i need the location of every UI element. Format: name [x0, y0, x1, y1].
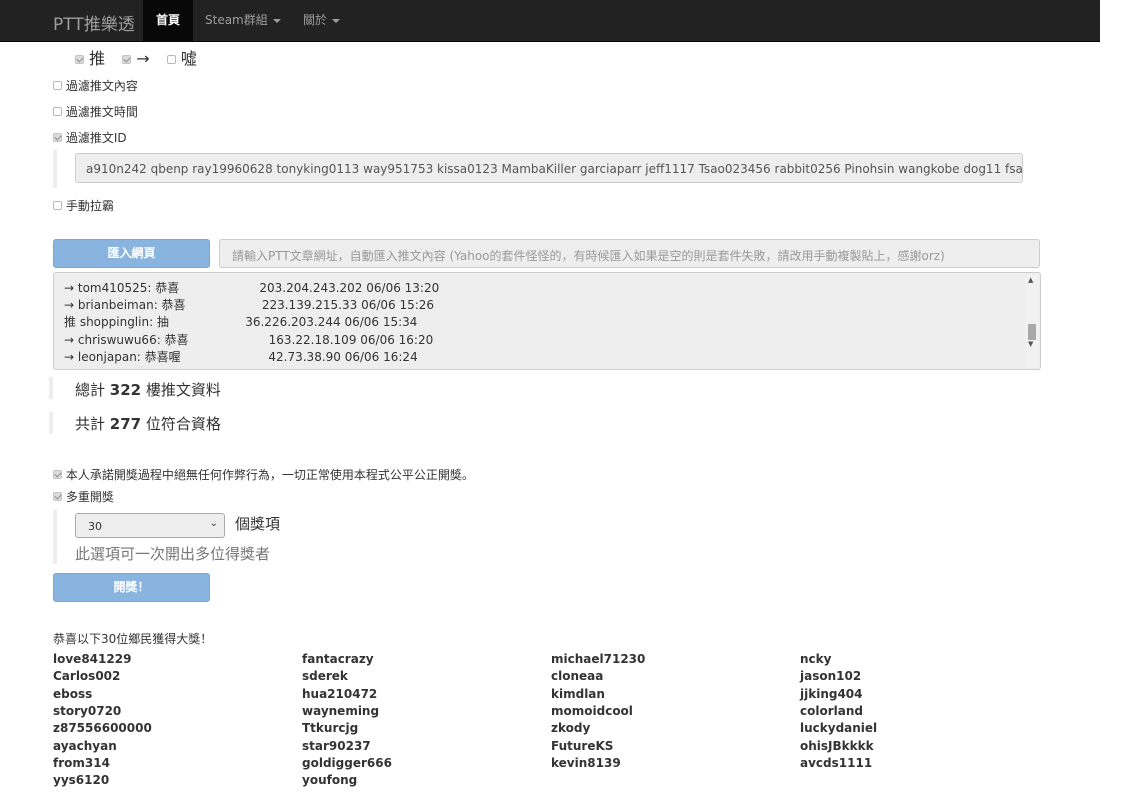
nav-about[interactable]: 關於 [303, 0, 341, 41]
filter-time-checkbox[interactable] [53, 107, 62, 116]
log-scrollbar[interactable]: ▲ ▼ [1025, 274, 1039, 368]
winner-name: star90237 [302, 738, 371, 753]
nav-steam-group-label: Steam群組 [205, 13, 268, 27]
winner-name: kimdlan [551, 686, 605, 701]
multi-indent-bar [53, 510, 57, 564]
scroll-down-icon[interactable]: ▼ [1028, 340, 1033, 348]
winner-name: goldigger666 [302, 755, 392, 770]
nav-home[interactable]: 首頁 [143, 0, 194, 41]
winner-name: sderek [302, 669, 348, 684]
pledge-checkbox[interactable] [53, 470, 62, 479]
nav-steam-group[interactable]: Steam群組 [205, 0, 281, 41]
filter-content-checkbox[interactable] [53, 81, 62, 90]
prize-unit-label: 個獎項 [235, 515, 281, 533]
import-button[interactable]: 匯入網頁 [53, 239, 210, 268]
prize-count-select[interactable]: 30 ⌄ [75, 513, 225, 538]
total-suffix: 樓推文資料 [145, 381, 221, 399]
push-type-row: 推 → 噓 [75, 45, 197, 69]
winner-name: kevin8139 [551, 755, 621, 770]
chevron-down-icon [332, 18, 341, 23]
winner-name: cloneaa [551, 669, 604, 684]
scroll-thumb[interactable] [1028, 324, 1036, 340]
filter-id-indent-bar [53, 150, 57, 188]
filter-content-row: 過濾推文內容 [53, 77, 138, 94]
article-url-input[interactable]: 請輸入PTT文章網址，自動匯入推文內容 (Yahoo的套件怪怪的，有時候匯入如果… [219, 239, 1040, 268]
multi-draw-label: 多重開獎 [65, 490, 114, 504]
log-line: 推 shoppinglin: 抽 36.226.203.244 06/06 15… [64, 315, 418, 329]
boo-checkbox[interactable] [166, 55, 176, 64]
chevron-down-icon [272, 18, 281, 23]
nav-about-label: 關於 [303, 13, 328, 27]
top-navbar: PTT推樂透 首頁 Steam群組 關於 [0, 0, 1100, 42]
multi-draw-row: 多重開獎 [53, 488, 114, 505]
winner-name: story0720 [53, 703, 122, 718]
winner-name: michael71230 [551, 652, 646, 666]
brand-title[interactable]: PTT推樂透 [53, 10, 135, 35]
chevron-down-icon: ⌄ [209, 518, 218, 529]
total-prefix: 總計 [75, 381, 106, 399]
winner-name: yys6120 [53, 773, 110, 788]
arrow-label: → [136, 49, 150, 68]
winner-name: Carlos002 [53, 669, 121, 684]
winner-name: avcds1111 [800, 755, 873, 770]
filter-id-input[interactable]: a910n242 qbenp ray19960628 tonyking0113 … [75, 153, 1023, 183]
winner-name: ayachyan [53, 738, 117, 753]
total-bar [49, 377, 53, 399]
push-checkbox[interactable] [75, 55, 84, 64]
filter-content-label: 過濾推文內容 [65, 79, 138, 93]
pledge-row: 本人承諾開獎過程中絕無任何作弊行為，一切正常使用本程式公平公正開獎。 [53, 466, 474, 483]
manual-checkbox[interactable] [53, 201, 62, 210]
manual-row: 手動拉霸 [53, 197, 114, 214]
winner-name: fantacrazy [302, 652, 374, 666]
winner-name: wayneming [302, 703, 380, 718]
push-label: 推 [89, 49, 106, 68]
winner-name: colorland [800, 703, 863, 718]
scroll-up-icon[interactable]: ▲ [1028, 276, 1033, 284]
filter-id-checkbox[interactable] [53, 133, 62, 142]
log-line: → leonjapan: 恭喜喔 42.73.38.90 06/06 16:24 [64, 350, 418, 364]
winner-name: hua210472 [302, 686, 378, 701]
qualified-bar [49, 412, 53, 434]
prize-count-value: 30 [88, 520, 102, 533]
qualified-count: 277 [109, 415, 142, 433]
push-log-textarea[interactable]: → tom410525: 恭喜 203.204.243.202 06/06 13… [53, 272, 1041, 370]
winner-name: momoidcool [551, 703, 633, 718]
multi-draw-checkbox[interactable] [53, 492, 62, 501]
boo-label: 噓 [180, 49, 197, 68]
qualified-suffix: 位符合資格 [145, 415, 221, 433]
filter-id-row: 過濾推文ID [53, 129, 127, 146]
winner-name: jason102 [800, 669, 862, 684]
winner-name: from314 [53, 755, 110, 770]
manual-label: 手動拉霸 [65, 199, 114, 213]
total-count: 322 [109, 381, 142, 399]
multi-draw-help: 此選項可一次開出多位得獎者 [75, 545, 271, 563]
winner-name: z87556600000 [53, 721, 152, 736]
qualified-prefix: 共計 [75, 415, 106, 433]
log-line: → tom410525: 恭喜 203.204.243.202 06/06 13… [64, 281, 440, 295]
filter-time-label: 過濾推文時間 [65, 105, 138, 119]
winner-name: love841229 [53, 652, 132, 666]
filter-id-label: 過濾推文ID [65, 131, 127, 145]
arrow-checkbox[interactable] [122, 55, 132, 64]
qualified-count-text: 共計 277 位符合資格 [75, 413, 221, 434]
winners-title: 恭喜以下30位鄉民獲得大獎！ [53, 632, 213, 646]
winner-name: ncky [800, 652, 832, 666]
winner-name: eboss [53, 686, 93, 701]
pledge-label: 本人承諾開獎過程中絕無任何作弊行為，一切正常使用本程式公平公正開獎。 [65, 468, 474, 482]
log-line: → chriswuwu66: 恭喜 163.22.18.109 06/06 16… [64, 333, 434, 347]
winner-name: Ttkurcjg [302, 721, 359, 736]
winner-name: jjking404 [800, 686, 863, 701]
winner-name: youfong [302, 773, 358, 788]
total-count-text: 總計 322 樓推文資料 [75, 379, 221, 400]
draw-button[interactable]: 開獎！ [53, 573, 210, 602]
winner-name: ohisJBkkkk [800, 738, 874, 753]
winner-name: luckydaniel [800, 721, 878, 736]
filter-time-row: 過濾推文時間 [53, 103, 138, 120]
winner-name: zkody [551, 721, 591, 736]
log-line: → brianbeiman: 恭喜 223.139.215.33 06/06 1… [64, 298, 435, 312]
winner-name: FutureKS [551, 738, 614, 753]
